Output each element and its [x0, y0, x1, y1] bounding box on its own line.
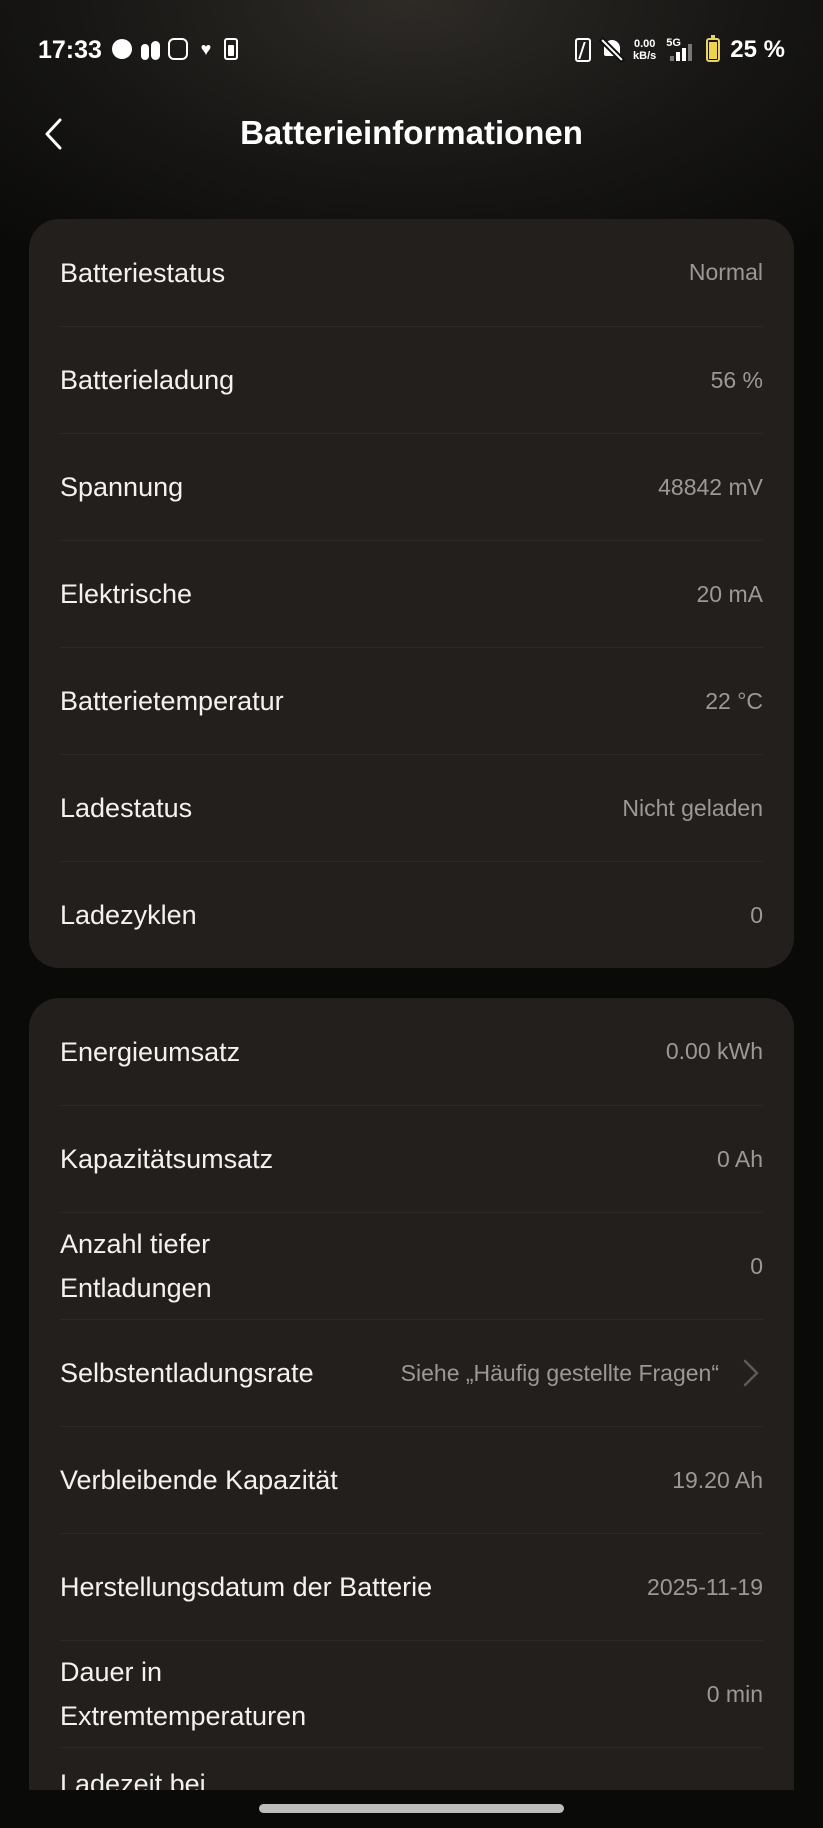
row-value: 0 — [750, 901, 763, 928]
nfc-icon — [575, 38, 592, 62]
row-extreme-temperature-duration: Dauer in Extremtemperaturen 0 min — [60, 1640, 763, 1747]
app-logo-icon — [168, 38, 188, 60]
battery-app-icon — [224, 38, 238, 60]
battery-usage-card: Energieumsatz 0.00 kWh Kapazitätsumsatz … — [29, 998, 794, 1790]
home-indicator[interactable] — [259, 1804, 564, 1813]
row-self-discharge-rate[interactable]: Selbstentladungsrate Siehe „Häufig geste… — [60, 1319, 763, 1426]
row-label: Ladezeit bei — [60, 1769, 206, 1790]
row-value: 0 min — [706, 1680, 763, 1707]
row-battery-charge: Batterieladung 56 % — [60, 326, 763, 433]
row-battery-status: Batteriestatus Normal — [60, 219, 763, 326]
row-manufacture-date: Herstellungsdatum der Batterie 2025-11-1… — [60, 1533, 763, 1640]
status-bar: 17:33 ♥ 0.00 kB/s 5G 25 % — [0, 0, 823, 104]
row-charge-status: Ladestatus Nicht geladen — [60, 754, 763, 861]
row-value: Normal — [688, 259, 763, 285]
row-deep-discharges: Anzahl tiefer Entladungen 0 — [60, 1212, 763, 1319]
row-value: 20 mA — [696, 580, 763, 607]
row-label: Ladestatus — [60, 793, 193, 823]
row-value: 22 °C — [705, 687, 763, 714]
row-label: Anzahl tiefer Entladungen — [60, 1229, 212, 1303]
network-type: 5G — [666, 37, 681, 49]
row-label: Batteriestatus — [60, 257, 226, 288]
notification-icons: ♥ — [112, 38, 238, 60]
row-value: 56 % — [710, 366, 763, 393]
row-energy-throughput: Energieumsatz 0.00 kWh — [60, 998, 763, 1105]
row-label: Verbleibende Kapazität — [60, 1465, 338, 1495]
row-label: Elektrische — [60, 579, 193, 609]
battery-status-card: Batteriestatus Normal Batterieladung 56 … — [29, 219, 794, 968]
faq-link[interactable]: Siehe „Häufig gestellte Fragen“ — [401, 1356, 763, 1390]
people-icon — [140, 38, 160, 60]
row-current: Elektrische 20 mA — [60, 540, 763, 647]
row-label: Batterieladung — [60, 365, 235, 395]
row-label: Energieumsatz — [60, 1036, 241, 1067]
row-label: Dauer in Extremtemperaturen — [60, 1657, 307, 1731]
row-remaining-capacity: Verbleibende Kapazität 19.20 Ah — [60, 1426, 763, 1533]
row-label: Herstellungsdatum der Batterie — [60, 1572, 433, 1602]
row-charge-cycles: Ladezyklen 0 — [60, 861, 763, 968]
system-icons: 0.00 kB/s 5G 25 % — [575, 35, 785, 64]
page-title: Batterieinformationen — [240, 114, 583, 151]
chevron-right-icon — [739, 1356, 763, 1390]
row-value: Nicht geladen — [622, 794, 763, 821]
row-value: 0.00 kWh — [665, 1038, 763, 1064]
row-label: Ladezyklen — [60, 900, 197, 930]
network-speed-unit: kB/s — [633, 50, 657, 62]
app-header: Batterieinformationen — [0, 104, 823, 160]
row-label: Batterietemperatur — [60, 686, 284, 716]
row-value: 2025-11-19 — [647, 1573, 763, 1600]
heart-icon: ♥ — [200, 39, 212, 59]
signal-icon: 5G — [666, 37, 696, 63]
row-label: Selbstentladungsrate — [60, 1358, 314, 1388]
row-label: Kapazitätsumsatz — [60, 1144, 274, 1174]
chat-bubble-icon — [112, 39, 132, 59]
battery-percent: 25 % — [730, 36, 785, 63]
mute-bell-icon — [601, 38, 623, 62]
row-value: 48842 mV — [658, 473, 763, 500]
battery-icon — [706, 35, 721, 62]
row-label: Spannung — [60, 472, 184, 502]
row-capacity-throughput: Kapazitätsumsatz 0 Ah — [60, 1105, 763, 1212]
row-value: 0 Ah — [716, 1145, 763, 1172]
row-value: Siehe „Häufig gestellte Fragen“ — [400, 1359, 719, 1386]
status-time: 17:33 — [38, 36, 102, 64]
network-speed: 0.00 kB/s — [633, 38, 656, 62]
row-value: 19.20 Ah — [672, 1466, 763, 1493]
network-speed-value: 0.00 — [633, 38, 656, 50]
row-temperature: Batterietemperatur 22 °C — [60, 647, 763, 754]
row-charging-time: Ladezeit bei — [60, 1747, 763, 1790]
row-voltage: Spannung 48842 mV — [60, 433, 763, 540]
row-value: 0 — [750, 1252, 763, 1279]
